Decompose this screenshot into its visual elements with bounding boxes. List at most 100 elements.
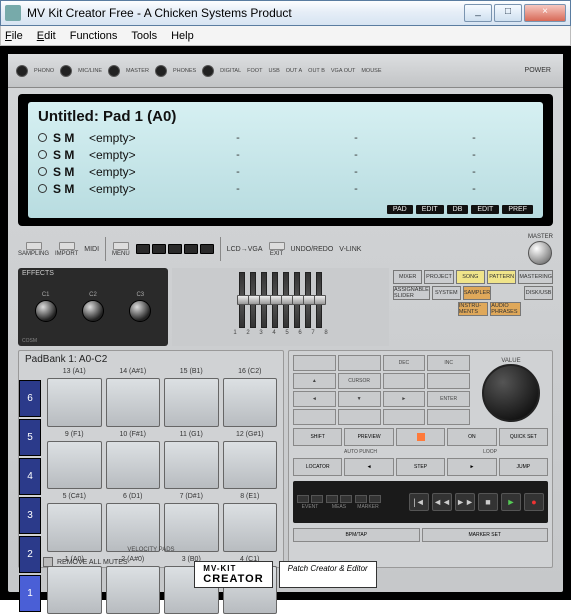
instruments-button[interactable]: INSTRU-MENTS <box>458 302 488 316</box>
enter-button[interactable]: ENTER <box>427 391 470 407</box>
lcd-screen[interactable]: Untitled: Pad 1 (A0) S M <empty> --- S M… <box>28 102 543 218</box>
pattern-button[interactable]: PATTERN <box>487 270 516 284</box>
bpmtap-button[interactable]: BPM/TAP <box>293 528 420 542</box>
lcd-row[interactable]: S M <empty> --- <box>38 146 533 163</box>
mute-label[interactable]: M <box>64 182 74 196</box>
locator-button[interactable]: LOCATOR <box>293 458 342 476</box>
master-knob[interactable] <box>528 241 552 265</box>
shift-button[interactable]: SHIFT <box>293 428 342 446</box>
row-radio-icon[interactable] <box>38 150 47 159</box>
system-button[interactable]: SYSTEM <box>432 286 461 300</box>
sampler-button[interactable]: SAMPLER <box>463 286 492 300</box>
lcd-tab-pref[interactable]: PREF <box>502 205 533 214</box>
mute-label[interactable]: M <box>64 165 74 179</box>
pad-16[interactable] <box>223 378 278 427</box>
dec-button[interactable]: DEC <box>383 355 426 371</box>
solo-label[interactable]: S <box>53 182 61 196</box>
fader-8[interactable] <box>316 272 322 328</box>
row-radio-icon[interactable] <box>38 133 47 142</box>
mixer-button[interactable]: MIXER <box>393 270 422 284</box>
row-radio-icon[interactable] <box>38 167 47 176</box>
btn-blank[interactable] <box>383 373 426 389</box>
project-button[interactable]: PROJECT <box>424 270 453 284</box>
lcd-row[interactable]: S M <empty> --- <box>38 163 533 180</box>
minimize-button[interactable]: _ <box>464 4 492 22</box>
solo-label[interactable]: S <box>53 148 61 162</box>
menu-edit[interactable]: Edit <box>37 30 56 42</box>
menu-tools[interactable]: Tools <box>131 30 157 42</box>
transport-rew[interactable]: ◄◄ <box>432 493 452 511</box>
pad-10[interactable] <box>106 441 161 490</box>
btn-blank[interactable] <box>338 355 381 371</box>
cursor-up[interactable]: ▲ <box>293 373 336 389</box>
audiophrases-button[interactable]: AUDIO PHRASES <box>490 302 520 316</box>
pad-14[interactable] <box>106 378 161 427</box>
solo-label[interactable]: S <box>53 165 61 179</box>
f2-button[interactable] <box>152 244 166 254</box>
bank-6[interactable]: 6 <box>19 380 41 417</box>
btn-blank[interactable] <box>293 409 336 425</box>
f4-button[interactable] <box>184 244 198 254</box>
mute-label[interactable]: M <box>64 148 74 162</box>
cursor-down[interactable]: ▼ <box>338 391 381 407</box>
transport-ff[interactable]: ►► <box>455 493 475 511</box>
meas-ff[interactable] <box>340 495 352 503</box>
fader-7[interactable] <box>305 272 311 328</box>
bank-3[interactable]: 3 <box>19 497 41 534</box>
btn-blank[interactable] <box>338 409 381 425</box>
event-rew[interactable] <box>297 495 309 503</box>
btn-blank[interactable] <box>427 373 470 389</box>
import-button[interactable] <box>59 242 75 250</box>
jog-wheel[interactable] <box>482 364 540 422</box>
fx-knob-c3[interactable] <box>129 300 151 322</box>
fx-knob-c2[interactable] <box>82 300 104 322</box>
pad-12[interactable] <box>223 441 278 490</box>
btn-blank[interactable] <box>383 409 426 425</box>
lcd-tab-edit2[interactable]: EDIT <box>471 205 499 214</box>
f5-button[interactable] <box>200 244 214 254</box>
row-radio-icon[interactable] <box>38 184 47 193</box>
marker-ff[interactable] <box>369 495 381 503</box>
pad-15[interactable] <box>164 378 219 427</box>
autopunch-button[interactable] <box>396 428 445 446</box>
solo-label[interactable]: S <box>53 131 61 145</box>
meas-rew[interactable] <box>326 495 338 503</box>
step-rew[interactable]: ◄ <box>344 458 393 476</box>
f1-button[interactable] <box>136 244 150 254</box>
preview-button[interactable]: PREVIEW <box>344 428 393 446</box>
marker-rew[interactable] <box>355 495 367 503</box>
fader-6[interactable] <box>294 272 300 328</box>
transport-rec[interactable]: ● <box>524 493 544 511</box>
close-button[interactable]: × <box>524 4 566 22</box>
btn-blank[interactable] <box>293 355 336 371</box>
f3-button[interactable] <box>168 244 182 254</box>
fader-4[interactable] <box>272 272 278 328</box>
menu-help[interactable]: Help <box>171 30 194 42</box>
fader-5[interactable] <box>283 272 289 328</box>
pad-9[interactable] <box>47 441 102 490</box>
markerset-button[interactable]: MARKER SET <box>422 528 549 542</box>
sampling-button[interactable] <box>26 242 42 250</box>
lcd-tab-edit[interactable]: EDIT <box>416 205 444 214</box>
btn-blank[interactable] <box>427 409 470 425</box>
transport-play[interactable]: ► <box>501 493 521 511</box>
transport-stop[interactable]: ■ <box>478 493 498 511</box>
event-ff[interactable] <box>311 495 323 503</box>
maximize-button[interactable]: □ <box>494 4 522 22</box>
cursor-left[interactable]: ◄ <box>293 391 336 407</box>
bank-5[interactable]: 5 <box>19 419 41 456</box>
assignable-slider-button[interactable]: ASSIGNABLE SLIDER <box>393 286 430 300</box>
bank-4[interactable]: 4 <box>19 458 41 495</box>
menu-file[interactable]: File <box>5 30 23 42</box>
fx-knob-c1[interactable] <box>35 300 57 322</box>
song-button[interactable]: SONG <box>456 270 485 284</box>
fader-1[interactable] <box>239 272 245 328</box>
inc-button[interactable]: INC <box>427 355 470 371</box>
lcd-tab-db[interactable]: DB <box>447 205 469 214</box>
pad-6[interactable] <box>106 503 161 552</box>
lcd-row[interactable]: S M <empty> --- <box>38 129 533 146</box>
menu-functions[interactable]: Functions <box>70 30 118 42</box>
exit-button[interactable] <box>269 242 285 250</box>
quickset-button[interactable]: QUICK SET <box>499 428 548 446</box>
lcd-row[interactable]: S M <empty> --- <box>38 180 533 197</box>
